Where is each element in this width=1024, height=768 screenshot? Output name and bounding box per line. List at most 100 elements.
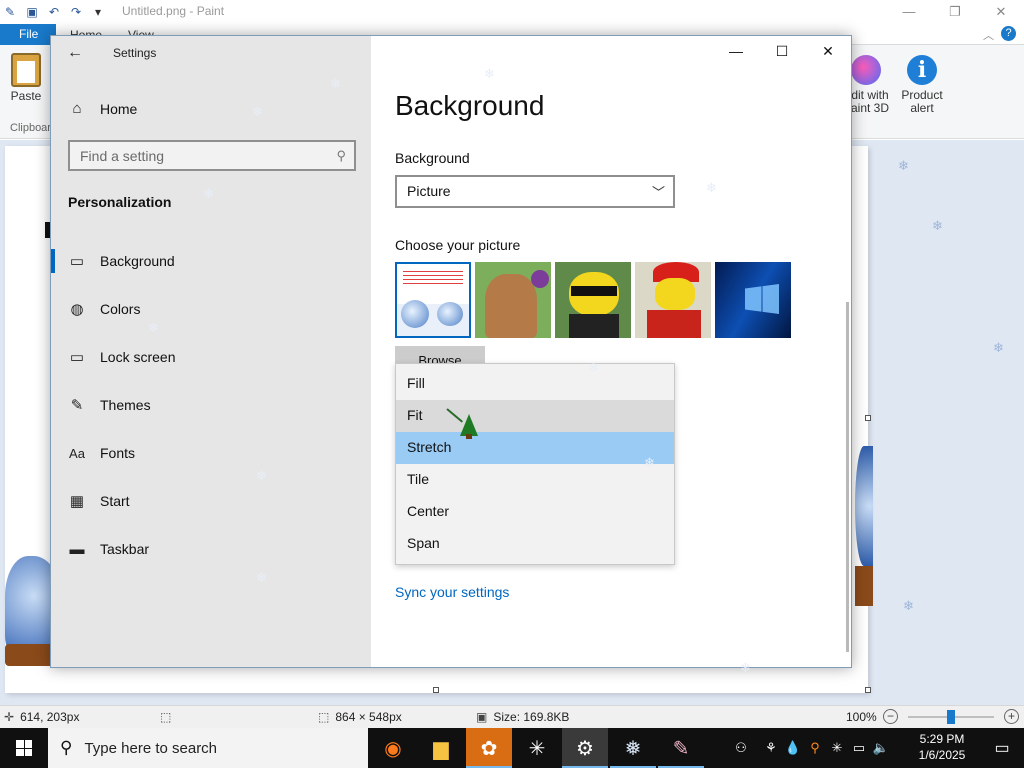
start-button[interactable] bbox=[0, 728, 48, 768]
network-share-icon[interactable]: ⚘ bbox=[760, 740, 782, 756]
info-icon: i bbox=[907, 55, 937, 85]
fit-option-fit[interactable]: Fit bbox=[396, 400, 674, 432]
picture-thumbnail[interactable] bbox=[715, 262, 791, 338]
collapse-ribbon-icon[interactable]: ︿ bbox=[983, 27, 994, 43]
thumbnail-text-art bbox=[403, 268, 463, 286]
thumbnail-sunglasses bbox=[571, 286, 617, 296]
paint-window-title: Untitled.png - Paint bbox=[122, 4, 225, 18]
sidebar-item-label: Colors bbox=[100, 301, 141, 317]
sidebar-item-fonts[interactable]: Aa Fonts bbox=[51, 429, 371, 477]
sparkle-app-icon[interactable]: ✳ bbox=[514, 728, 560, 768]
picture-thumbnail[interactable] bbox=[475, 262, 551, 338]
settings-window-title: Settings bbox=[113, 46, 157, 60]
fit-option-fill[interactable]: Fill bbox=[396, 368, 674, 400]
sidebar-item-label: Start bbox=[100, 493, 130, 509]
network-icon[interactable]: ▭ bbox=[848, 740, 870, 756]
redo-icon[interactable]: ↷ bbox=[68, 4, 84, 20]
paint-restore-button[interactable]: ❐ bbox=[932, 0, 978, 24]
paint-taskbar-icon[interactable]: ✎ bbox=[658, 728, 704, 768]
thumbnail-globe bbox=[401, 300, 429, 328]
fit-option-stretch[interactable]: Stretch bbox=[396, 432, 674, 464]
zoom-in-button[interactable]: + bbox=[1004, 709, 1019, 724]
settings-close-button[interactable]: ✕ bbox=[805, 36, 851, 66]
sidebar-item-colors[interactable]: ◍ Colors bbox=[51, 285, 371, 333]
selection-size-icon: ⬚ bbox=[160, 710, 172, 724]
windows-logo-icon bbox=[16, 740, 32, 756]
clock-date: 1/6/2025 bbox=[918, 748, 966, 762]
paint-file-tab[interactable]: File bbox=[0, 24, 56, 45]
settings-window: ← Settings ⌂ Home ⚲ Personalization ▭ Ba… bbox=[50, 35, 852, 668]
droplet-icon[interactable]: 💧 bbox=[782, 740, 804, 756]
themes-icon: ✎ bbox=[70, 397, 84, 414]
sidebar-item-lock-screen[interactable]: ▭ Lock screen bbox=[51, 333, 371, 381]
zoom-slider[interactable] bbox=[908, 710, 994, 724]
cursor-position: ✛ 614, 203px bbox=[4, 710, 79, 724]
settings-gear-icon[interactable]: ⚙ bbox=[562, 728, 608, 768]
taskbar-clock[interactable]: 5:29 PM 1/6/2025 bbox=[910, 731, 974, 763]
sidebar-item-start[interactable]: ▦ Start bbox=[51, 477, 371, 525]
snow-app-icon[interactable]: ❅ bbox=[610, 728, 656, 768]
firefox-icon[interactable]: ◉ bbox=[370, 728, 416, 768]
background-type-select[interactable]: Picture ﹀ bbox=[395, 175, 675, 208]
taskbar-search-box: ⚲ bbox=[48, 728, 368, 768]
customize-qat-icon[interactable]: ▾ bbox=[90, 4, 106, 20]
fit-option-tile[interactable]: Tile bbox=[396, 464, 674, 496]
sidebar-item-themes[interactable]: ✎ Themes bbox=[51, 381, 371, 429]
product-alert-button[interactable]: i Product alert bbox=[890, 55, 954, 115]
people-icon[interactable]: ⚇ bbox=[730, 740, 752, 756]
palette-icon: ◍ bbox=[70, 301, 84, 318]
settings-minimize-button[interactable]: — bbox=[713, 36, 759, 66]
zoom-out-button[interactable]: − bbox=[883, 709, 898, 724]
background-type-label: Background bbox=[395, 150, 470, 166]
paint-minimize-button[interactable]: — bbox=[886, 0, 932, 24]
picture-thumbnail[interactable] bbox=[395, 262, 471, 338]
action-center-icon[interactable]: ▭ bbox=[980, 728, 1024, 768]
picture-thumbnail[interactable] bbox=[555, 262, 631, 338]
file-size: ▣ Size: 169.8KB bbox=[476, 710, 569, 724]
file-size-value: Size: 169.8KB bbox=[493, 710, 570, 724]
canvas-resize-handle-bottom[interactable] bbox=[433, 687, 439, 693]
settings-content: — ☐ ✕ Background Background Picture ﹀ Ch… bbox=[371, 36, 851, 667]
taskbar-app-icon[interactable]: ✿ bbox=[466, 728, 512, 768]
sidebar-item-label: Lock screen bbox=[100, 349, 176, 365]
undo-icon[interactable]: ↶ bbox=[46, 4, 62, 20]
picture-thumbnail[interactable] bbox=[635, 262, 711, 338]
tree-cursor-trunk bbox=[466, 434, 472, 439]
search-icon[interactable]: ⚲ bbox=[336, 148, 346, 164]
sync-settings-link[interactable]: Sync your settings bbox=[395, 584, 509, 600]
sidebar-home-label: Home bbox=[100, 100, 138, 117]
volume-icon[interactable]: 🔈 bbox=[870, 740, 892, 756]
disk-icon: ▣ bbox=[476, 710, 488, 724]
sidebar-item-label: Fonts bbox=[100, 445, 136, 461]
quick-access-toolbar: ✎ ▣ ↶ ↷ ▾ bbox=[2, 4, 106, 20]
image-dimensions-value: 864 × 548px bbox=[335, 710, 402, 724]
canvas-resize-handle-right[interactable] bbox=[865, 415, 871, 421]
zoom-slider-thumb[interactable] bbox=[947, 710, 955, 724]
sidebar-item-taskbar[interactable]: ▬ Taskbar bbox=[51, 525, 371, 573]
thumbnail-badge bbox=[531, 270, 549, 288]
fit-option-center[interactable]: Center bbox=[396, 496, 674, 528]
choose-fit-dropdown: Fill Fit Stretch Tile Center Span bbox=[395, 363, 675, 565]
back-arrow-icon[interactable]: ← bbox=[67, 44, 83, 62]
paint-titlebar: ✎ ▣ ↶ ↷ ▾ Untitled.png - Paint — ❐ ✕ bbox=[0, 0, 1024, 24]
sidebar-item-background[interactable]: ▭ Background bbox=[51, 237, 371, 285]
cursor-position-icon: ✛ bbox=[4, 710, 15, 724]
paint-close-button[interactable]: ✕ bbox=[978, 0, 1024, 24]
paint-status-bar: ✛ 614, 203px ⬚ ⬚ 864 × 548px ▣ Size: 169… bbox=[0, 705, 1024, 728]
sidebar-home[interactable]: ⌂ Home bbox=[68, 100, 137, 117]
fit-option-span[interactable]: Span bbox=[396, 528, 674, 560]
help-icon[interactable]: ? bbox=[1001, 26, 1016, 41]
file-explorer-icon[interactable]: ▆ bbox=[418, 728, 464, 768]
search-tray-icon[interactable]: ⚲ bbox=[804, 740, 826, 756]
content-scrollbar[interactable] bbox=[846, 302, 849, 652]
paste-button[interactable]: Paste bbox=[6, 53, 46, 103]
paint-app-icon[interactable]: ✎ bbox=[2, 4, 18, 20]
lock-screen-icon: ▭ bbox=[69, 349, 85, 366]
taskbar-search-input[interactable] bbox=[84, 739, 345, 757]
find-setting-input[interactable] bbox=[80, 147, 337, 164]
settings-maximize-button[interactable]: ☐ bbox=[759, 36, 805, 66]
paste-label: Paste bbox=[10, 89, 42, 103]
snowflake-tray-icon[interactable]: ✳ bbox=[826, 740, 848, 756]
save-icon[interactable]: ▣ bbox=[24, 4, 40, 20]
canvas-resize-handle-corner[interactable] bbox=[865, 687, 871, 693]
